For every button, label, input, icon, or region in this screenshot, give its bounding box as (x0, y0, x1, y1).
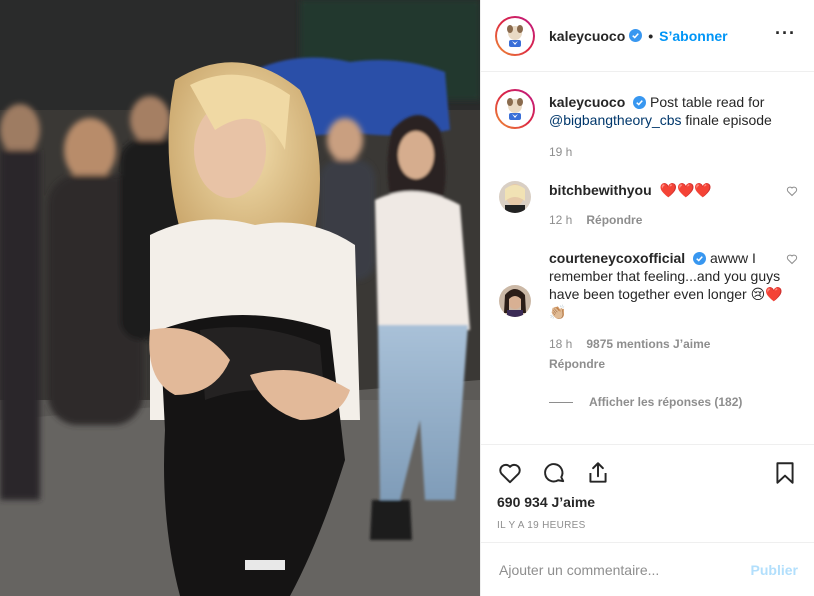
post-side-panel: kaleycuoco • S’abonner ··· kaleycuoco Po… (480, 0, 814, 596)
verified-badge-icon (629, 29, 643, 42)
comment-author[interactable]: bitchbewithyou (549, 182, 652, 198)
comment-text: ❤️❤️❤️ (659, 182, 712, 198)
like-comment-heart-icon[interactable] (786, 253, 798, 265)
comment-time[interactable]: 18 h (549, 335, 572, 353)
dog-avatar-icon (501, 21, 529, 50)
save-bookmark-icon[interactable] (772, 460, 798, 486)
post-timestamp[interactable]: IL Y A 19 HEURES (497, 520, 586, 531)
caption-time[interactable]: 19 h (549, 143, 572, 161)
replies-divider-line (549, 401, 573, 403)
avatar-photo-icon (499, 181, 531, 213)
caption-row: kaleycuoco Post table read for @bigbangt… (495, 89, 798, 161)
commenter-avatar[interactable] (499, 285, 531, 317)
author-username[interactable]: kaleycuoco (549, 28, 625, 44)
post-actions-bar (481, 444, 814, 500)
add-comment-form: Publier (481, 542, 814, 596)
verified-badge-icon (693, 252, 707, 265)
comment-bubble-icon[interactable] (541, 460, 567, 486)
comments-list: kaleycuoco Post table read for @bigbangt… (481, 73, 814, 444)
author-avatar[interactable] (495, 15, 535, 56)
like-heart-icon[interactable] (497, 460, 523, 486)
commenter-avatar[interactable] (499, 181, 531, 213)
comment-input[interactable] (499, 561, 751, 578)
comment-author[interactable]: courteneycoxofficial (549, 250, 685, 266)
like-comment-heart-icon[interactable] (786, 185, 798, 197)
caption-author[interactable]: kaleycuoco (549, 94, 625, 110)
likes-count[interactable]: 690 934 J’aime (497, 494, 595, 510)
dog-avatar-icon (501, 95, 529, 123)
publish-button[interactable]: Publier (751, 562, 798, 578)
post-photo[interactable] (0, 0, 480, 596)
separator-dot: • (648, 27, 654, 44)
comment-time[interactable]: 12 h (549, 211, 572, 229)
verified-badge-icon (633, 96, 647, 109)
view-replies-label: Afficher les réponses (182) (589, 395, 743, 409)
comment-likes-count[interactable]: 9875 mentions J’aime (586, 335, 710, 353)
caption-text: Post table read for (650, 94, 765, 110)
comment-row: courteneycoxofficial awww I remember tha… (495, 249, 798, 373)
post-photo-illustration (0, 0, 480, 596)
share-icon[interactable] (585, 460, 611, 486)
follow-button[interactable]: S’abonner (659, 28, 727, 44)
caption-avatar[interactable] (495, 89, 535, 129)
reply-button[interactable]: Répondre (586, 211, 642, 229)
caption-text-end: finale episode (685, 112, 772, 128)
comment-row: bitchbewithyou ❤️❤️❤️ 12 h Répondre (495, 181, 798, 229)
more-options-icon[interactable]: ··· (775, 24, 796, 42)
post-header: kaleycuoco • S’abonner ··· (481, 0, 814, 72)
avatar-photo-icon (499, 285, 531, 317)
caption-mention-link[interactable]: @bigbangtheory_cbs (549, 112, 682, 128)
reply-button[interactable]: Répondre (549, 355, 605, 373)
view-replies-button[interactable]: Afficher les réponses (182) (549, 395, 798, 409)
